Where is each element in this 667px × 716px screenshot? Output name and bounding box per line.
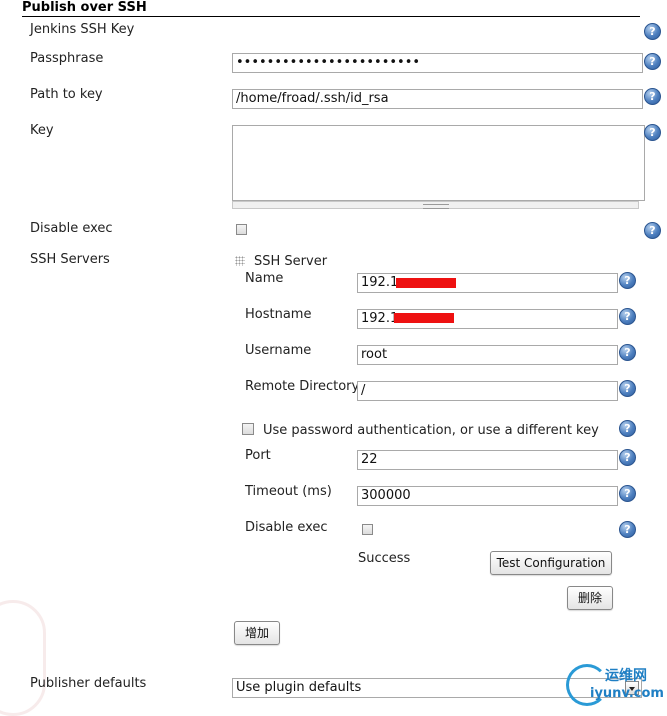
username-field[interactable]: root — [357, 345, 618, 365]
hostname-label: Hostname — [245, 307, 312, 322]
help-icon[interactable]: ? — [619, 380, 636, 397]
port-field[interactable]: 22 — [357, 450, 618, 470]
jenkins-ssh-key-label: Jenkins SSH Key — [30, 22, 135, 37]
port-label: Port — [245, 448, 271, 463]
disable-exec-checkbox[interactable] — [236, 224, 247, 235]
ssh-servers-label: SSH Servers — [30, 252, 110, 267]
help-icon[interactable]: ? — [619, 420, 636, 437]
test-configuration-button[interactable]: Test Configuration — [490, 551, 612, 575]
add-server-button[interactable]: 增加 — [234, 621, 280, 645]
server-disable-exec-label: Disable exec — [245, 520, 328, 535]
delete-server-button[interactable]: 删除 — [567, 586, 613, 610]
remote-directory-field[interactable]: / — [357, 381, 618, 401]
test-status-text: Success — [358, 551, 411, 566]
timeout-field[interactable]: 300000 — [357, 486, 618, 506]
help-icon[interactable]: ? — [644, 222, 661, 239]
use-password-label: Use password authentication, or use a di… — [263, 423, 599, 438]
timeout-label: Timeout (ms) — [245, 484, 332, 499]
help-icon[interactable]: ? — [619, 449, 636, 466]
ssh-server-header: SSH Server — [254, 254, 328, 269]
help-icon[interactable]: ? — [619, 308, 636, 325]
hostname-value: 192.1 — [361, 311, 399, 326]
redaction-mark — [396, 278, 456, 288]
help-icon[interactable]: ? — [619, 485, 636, 502]
publisher-defaults-value: Use plugin defaults — [236, 680, 362, 695]
help-icon[interactable]: ? — [644, 53, 661, 70]
passphrase-label: Passphrase — [30, 51, 104, 66]
key-label: Key — [30, 123, 54, 138]
section-divider — [22, 16, 640, 17]
server-name-label: Name — [245, 271, 284, 286]
drag-handle-icon[interactable] — [235, 256, 245, 266]
help-icon[interactable]: ? — [644, 124, 661, 141]
publisher-defaults-label: Publisher defaults — [30, 676, 147, 691]
redaction-mark — [394, 313, 454, 323]
watermark-en: iyunv.com — [590, 686, 664, 701]
server-name-value: 192.1 — [361, 275, 399, 290]
remote-directory-label: Remote Directory — [245, 379, 360, 394]
watermark-cn: 运维网 — [605, 668, 647, 684]
textarea-resize-handle[interactable] — [232, 201, 639, 209]
path-to-key-label: Path to key — [30, 87, 103, 102]
server-disable-exec-checkbox[interactable] — [362, 524, 373, 535]
background-decoration — [0, 600, 46, 716]
disable-exec-label: Disable exec — [30, 221, 113, 236]
passphrase-field[interactable]: •••••••••••••••••••••••• — [232, 53, 643, 73]
path-to-key-field[interactable]: /home/froad/.ssh/id_rsa — [232, 89, 643, 109]
section-title: Publish over SSH — [22, 0, 147, 15]
help-icon[interactable]: ? — [619, 272, 636, 289]
help-icon[interactable]: ? — [619, 344, 636, 361]
help-icon[interactable]: ? — [644, 88, 661, 105]
key-textarea[interactable] — [232, 125, 645, 201]
help-icon[interactable]: ? — [644, 23, 661, 40]
use-password-checkbox[interactable] — [242, 423, 254, 435]
help-icon[interactable]: ? — [619, 521, 636, 538]
username-label: Username — [245, 343, 312, 358]
